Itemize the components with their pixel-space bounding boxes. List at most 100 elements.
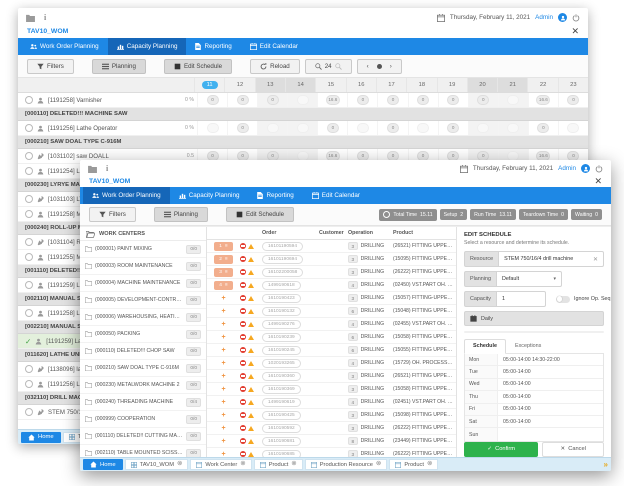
order-number[interactable]: 1499190618 [262,281,301,290]
taskbar-tab[interactable]: Product⊗ [254,459,303,471]
hour-column-12[interactable]: 12 [224,78,254,92]
tab-exceptions[interactable]: Exceptions [506,339,550,353]
folder-icon[interactable] [26,14,35,22]
order-row[interactable]: 4≡14991906184DRILLING(02450) VST.PART OH… [207,279,456,292]
order-row[interactable]: +16101903603DRILLING(26521) FITTING UPPE… [207,370,456,383]
power-icon[interactable] [572,14,580,22]
order-row[interactable]: +16101902396DRILLING(15058) FITTING UPPE… [207,331,456,344]
hour-column-11[interactable]: 11 [194,78,224,92]
hour-cell[interactable] [498,93,528,107]
order-number[interactable]: 1610190132 [262,307,301,316]
home-button[interactable]: Home [21,432,61,443]
order-number[interactable]: 1610190423 [262,294,301,303]
order-number[interactable]: 1610190360 [262,372,301,381]
folder-icon[interactable] [88,165,97,173]
edit-schedule-button[interactable]: Edit Schedule [226,207,294,222]
user-menu[interactable]: Admin [558,165,576,172]
taskbar-tab[interactable]: Work Center⊗ [190,459,251,471]
capacity-input[interactable]: 1 [496,291,546,307]
hour-cell[interactable]: 0 [317,121,347,135]
nav-tab-reporting[interactable]: Reporting [186,38,240,55]
edit-schedule-button[interactable]: Edit Schedule [164,59,232,74]
hour-cell[interactable]: 16.6 [528,93,558,107]
add-icon[interactable]: + [221,360,225,367]
hour-column-23[interactable]: 23 [558,78,588,92]
nav-tab-work-order-planning[interactable]: Work Order Planning [21,38,108,55]
order-number[interactable]: 1610190425 [262,411,301,420]
hour-column-15[interactable]: 15 [315,78,345,92]
hour-cell[interactable]: 16.6 [317,93,347,107]
close-icon[interactable]: ✕ [571,27,579,36]
work-center-item[interactable]: (000050) PACKING0/0 [80,326,206,343]
drag-handle-icon[interactable]: ≡ [225,283,228,288]
add-icon[interactable]: + [221,373,225,380]
radio-button[interactable] [25,210,33,218]
hour-column-17[interactable]: 17 [376,78,406,92]
rank-badge[interactable]: 1≡ [214,242,232,251]
add-icon[interactable]: + [221,308,225,315]
order-row[interactable]: +16101904253DRILLING(15098) FITTING UPPE… [207,409,456,422]
col-product[interactable]: Product [393,230,456,236]
hour-cell[interactable] [197,121,227,135]
order-number[interactable]: 1610190685 [262,450,301,458]
schedule-day-row[interactable]: Mon05:00-14:00 14:30-22:00 [465,354,603,366]
rank-badge[interactable]: 4≡ [214,281,232,290]
close-tab-icon[interactable]: ⊗ [291,461,296,468]
add-icon[interactable]: + [221,321,225,328]
order-number[interactable]: 1020193265 [262,359,301,368]
drag-handle-icon[interactable]: ≡ [225,270,228,275]
filters-button[interactable]: Filters [89,207,136,222]
hour-column-13[interactable]: 13 [255,78,285,92]
order-row[interactable]: +16101905923DRILLING(26222) FITTING UPPE… [207,422,456,435]
schedule-day-row[interactable]: Sat05:00-14:00 [465,416,603,428]
hour-column-18[interactable]: 18 [406,78,436,92]
hour-cell[interactable]: 0 [197,93,227,107]
order-number[interactable]: 1610190592 [262,424,301,433]
radio-button[interactable] [25,152,33,160]
avatar[interactable] [581,164,590,173]
schedule-day-row[interactable]: Wed05:00-14:00 [465,379,603,391]
radio-button[interactable] [25,253,33,261]
hour-cell[interactable] [347,121,377,135]
timeline-pager[interactable]: ‹ › [357,59,402,74]
work-center-item[interactable]: (000230) METALWORK MACHINE 20/0 [80,377,206,394]
close-tab-icon[interactable]: ⊗ [240,461,245,468]
hour-column-19[interactable]: 19 [437,78,467,92]
today-dot-icon[interactable] [377,64,382,69]
hour-column-16[interactable]: 16 [346,78,376,92]
resource-input[interactable]: STEM 750/16/4 drill machine ✕ [498,251,604,267]
order-row[interactable]: 1≡161011905943DRILLING(26521) FITTING UP… [207,240,456,253]
order-number[interactable]: 16102200058 [262,268,303,277]
radio-button[interactable] [25,309,33,317]
taskbar-tab[interactable]: Production Resource⊗ [305,459,388,471]
radio-button[interactable] [25,380,33,388]
nav-tab-edit-calendar[interactable]: Edit Calendar [241,38,307,55]
col-customer[interactable]: Customer [319,230,348,236]
avatar[interactable] [558,13,567,22]
work-center-item[interactable]: (000240) THREADING MACHINE0/4 [80,394,206,411]
order-row[interactable]: +14991902764DRILLING(02455) VST.PART OH.… [207,318,456,331]
add-icon[interactable]: + [221,412,225,419]
nav-tab-capacity-planning[interactable]: Capacity Planning [108,38,187,55]
hour-cell[interactable]: 0 [438,93,468,107]
overflow-chevron-icon[interactable]: » [604,460,608,469]
hour-cell[interactable] [558,121,588,135]
order-row[interactable]: +16101902456DRILLING(15055) FITTING UPPE… [207,344,456,357]
add-icon[interactable]: + [221,438,225,445]
radio-button[interactable] [25,195,33,203]
order-number[interactable]: 1610190239 [262,333,301,342]
work-center-item[interactable]: (000003) ROOM MAINTENANCE0/0 [80,258,206,275]
nav-tab-reporting[interactable]: Reporting [248,187,302,204]
radio-button[interactable] [25,281,33,289]
order-number[interactable]: 1499190619 [262,398,301,407]
planning-button[interactable]: Planning [154,207,208,222]
order-row[interactable]: 2≡161011906943DRILLING(15095) FITTING UP… [207,253,456,266]
order-number[interactable]: 1610190681 [262,437,301,446]
nav-tab-capacity-planning[interactable]: Capacity Planning [170,187,249,204]
add-icon[interactable]: + [221,295,225,302]
add-icon[interactable]: + [221,347,225,354]
order-row[interactable]: +16101903693DRILLING(15058) FITTING UPPE… [207,383,456,396]
nav-tab-edit-calendar[interactable]: Edit Calendar [303,187,369,204]
taskbar-tab[interactable]: TAV10_WOM⊗ [125,459,189,471]
schedule-day-row[interactable]: Fri05:00-14:00 [465,404,603,416]
